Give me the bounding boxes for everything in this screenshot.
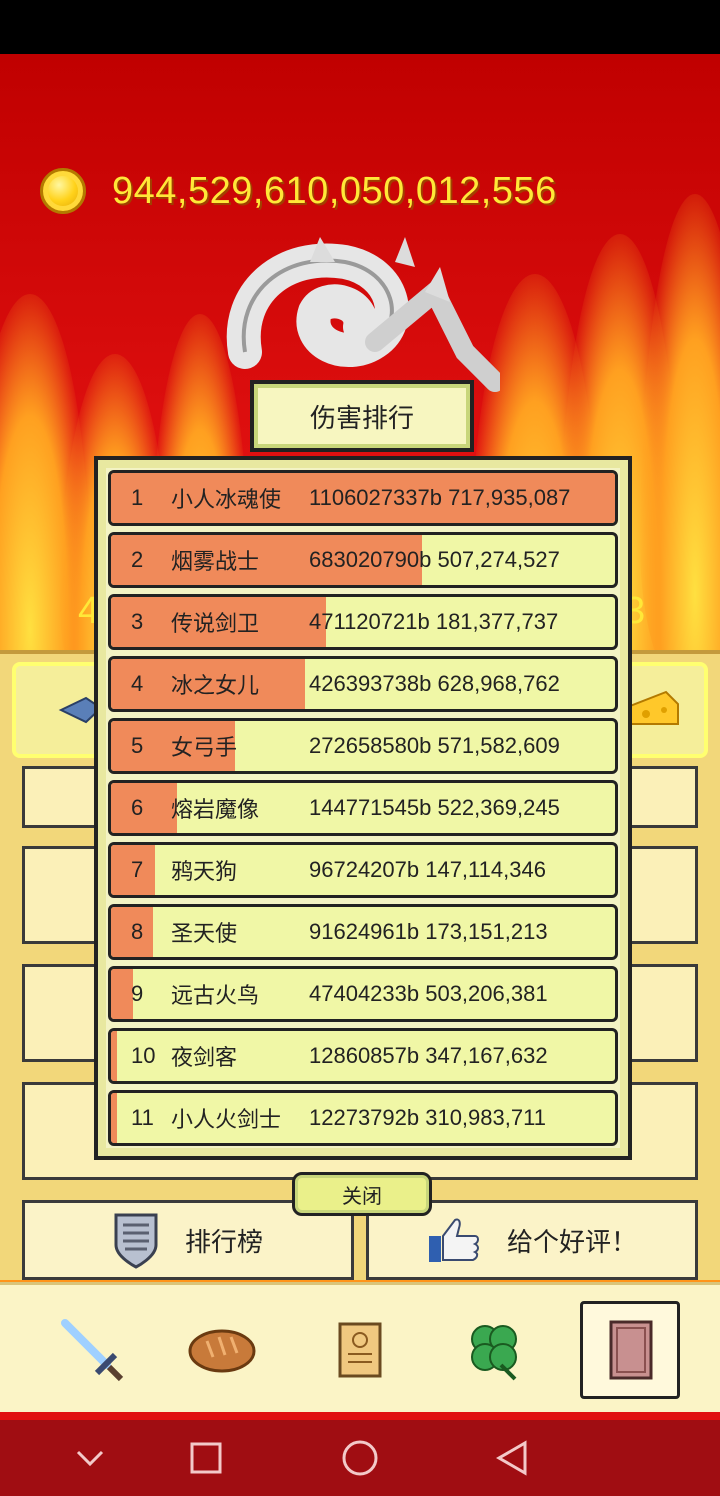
damage-value: 426393738b 628,968,762 [309, 671, 560, 696]
rank-number: 10 [131, 1043, 156, 1068]
review-label: 给个好评！ [506, 1226, 637, 1257]
rank-number: 3 [131, 609, 144, 634]
rank-number: 6 [131, 795, 144, 820]
rank-number: 7 [131, 857, 144, 882]
close-button[interactable]: 关闭 [292, 1172, 432, 1216]
rank-number: 8 [131, 919, 144, 944]
system-navigation-bar [0, 1420, 720, 1496]
chevron-down-icon [76, 1450, 104, 1467]
hero-name: 夜剑客 [171, 1045, 238, 1070]
circle-icon [342, 1440, 378, 1476]
tab-bar [0, 1282, 720, 1412]
damage-value: 96724207b 147,114,346 [309, 857, 546, 882]
rank-number: 4 [131, 671, 144, 696]
damage-value: 683020790b 507,274,527 [309, 547, 560, 572]
flame [640, 194, 720, 694]
hero-name: 熔岩魔像 [171, 797, 260, 822]
damage-bar [111, 1093, 117, 1143]
damage-value: 471120721b 181,377,737 [309, 609, 559, 634]
gold-coin-icon [40, 168, 86, 214]
damage-value: 1106027337b 717,935,087 [309, 485, 571, 510]
ranking-row: 4 冰之女儿 426393738b 628,968,762 [108, 656, 618, 712]
rank-number: 11 [131, 1105, 154, 1130]
status-bar [0, 0, 720, 54]
tab-bread[interactable] [172, 1301, 272, 1399]
hero-name: 小人火剑士 [171, 1107, 282, 1132]
tab-sword[interactable] [42, 1301, 142, 1399]
hero-name: 圣天使 [171, 921, 238, 946]
red-strip [0, 1412, 720, 1420]
nav-back[interactable] [482, 1434, 542, 1482]
triangle-back-icon [495, 1440, 527, 1476]
square-icon [190, 1442, 222, 1474]
damage-value: 144771545b 522,369,245 [309, 795, 560, 820]
rank-number: 2 [131, 547, 144, 572]
damage-value: 272658580b 571,582,609 [309, 733, 560, 758]
ranking-row: 11 小人火剑士 12273792b 310,983,711 [108, 1090, 618, 1146]
hero-name: 女弓手 [171, 735, 238, 760]
tab-clover[interactable] [444, 1301, 544, 1399]
ranking-row: 5 女弓手 272658580b 571,582,609 [108, 718, 618, 774]
ranking-row: 9 远古火鸟 47404233b 503,206,381 [108, 966, 618, 1022]
ranking-title: 伤害排行 [250, 380, 474, 452]
book-icon [609, 1320, 653, 1380]
hero-name: 传说剑卫 [171, 611, 260, 636]
rank-number: 1 [131, 485, 144, 510]
hero-name: 烟雾战士 [171, 549, 260, 574]
ranking-list[interactable]: 1 小人冰魂使 1106027337b 717,935,087 2 烟雾战士 683020… [108, 470, 618, 1154]
damage-value: 47404233b 503,206,381 [309, 981, 548, 1006]
clover-icon [471, 1325, 517, 1381]
damage-bar [111, 1031, 117, 1081]
nav-home[interactable] [330, 1434, 390, 1482]
dragon-boss-icon [226, 237, 500, 392]
tab-scroll[interactable] [310, 1301, 410, 1399]
ranking-row: 6 熔岩魔像 144771545b 522,369,245 [108, 780, 618, 836]
gold-counter: 944,529,610,050,012,556 [40, 166, 557, 216]
damage-bar [111, 783, 177, 833]
hero-name: 小人冰魂使 [171, 487, 282, 512]
hero-name: 鸦天狗 [171, 859, 238, 884]
bread-icon [188, 1329, 256, 1373]
nav-hide-keyboard[interactable] [60, 1434, 120, 1482]
damage-bar [111, 969, 133, 1019]
hero-name: 冰之女儿 [171, 673, 260, 698]
damage-value: 12273792b 310,983,711 [309, 1105, 546, 1130]
sword-icon [61, 1319, 124, 1382]
leaderboard-label: 排行榜 [184, 1226, 263, 1257]
rank-number: 9 [131, 981, 144, 1006]
thumbs-up-icon [428, 1218, 479, 1262]
ranking-row: 10 夜剑客 12860857b 347,167,632 [108, 1028, 618, 1084]
cheese-icon [629, 690, 679, 725]
ranking-row: 7 鸦天狗 96724207b 147,114,346 [108, 842, 618, 898]
tab-book[interactable] [580, 1301, 680, 1399]
ranking-row: 3 传说剑卫 471120721b 181,377,737 [108, 594, 618, 650]
damage-value: 12860857b 347,167,632 [309, 1043, 548, 1068]
ranking-row: 1 小人冰魂使 1106027337b 717,935,087 [108, 470, 618, 526]
nav-recents[interactable] [176, 1434, 236, 1482]
scroll-icon [338, 1322, 382, 1378]
ranking-row: 8 圣天使 91624961b 173,151,213 [108, 904, 618, 960]
damage-value: 91624961b 173,151,213 [309, 919, 548, 944]
hero-name: 远古火鸟 [171, 983, 260, 1008]
rank-number: 5 [131, 733, 144, 758]
gold-amount: 944,529,610,050,012,556 [112, 169, 557, 212]
ranking-row: 2 烟雾战士 683020790b 507,274,527 [108, 532, 618, 588]
shield-icon [114, 1213, 158, 1269]
